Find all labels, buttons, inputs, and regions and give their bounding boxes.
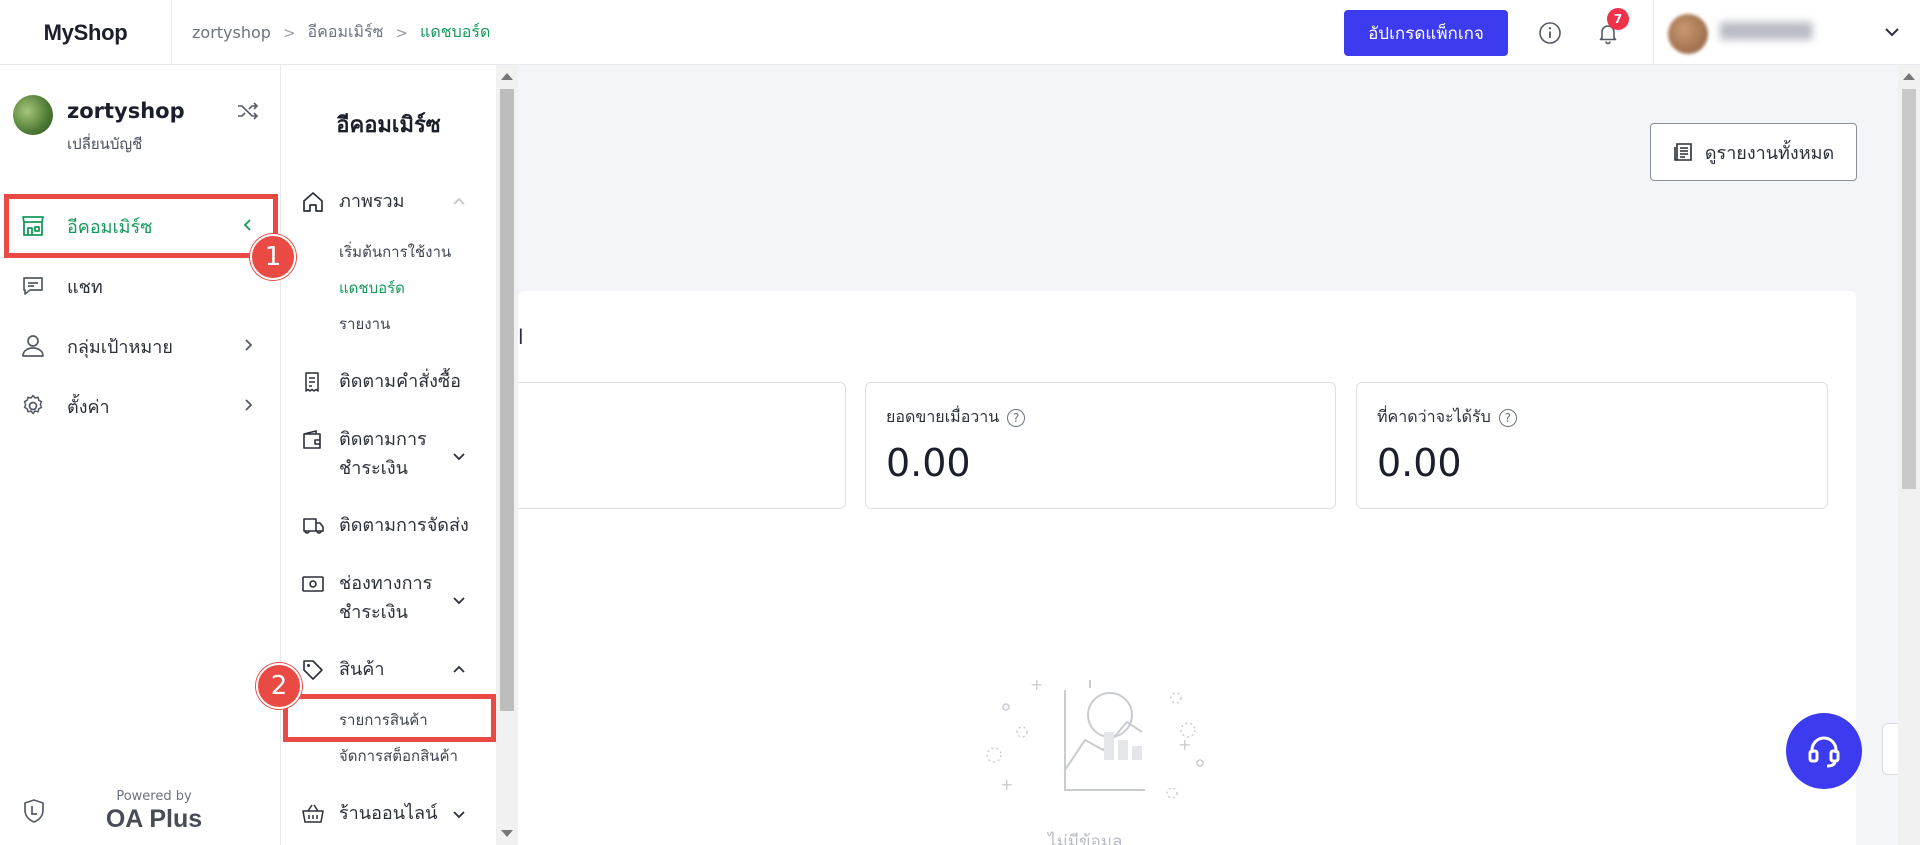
sidebar-item-label: ตั้งค่า	[67, 396, 110, 418]
scroll-up-arrow[interactable]	[501, 73, 513, 80]
receipt-icon	[305, 372, 319, 392]
scroll-up-arrow[interactable]	[1903, 73, 1915, 80]
tag-icon	[303, 660, 323, 680]
chevron-right-icon: >	[395, 23, 409, 42]
submenu-item-label: สินค้า	[339, 659, 385, 680]
powered-by-label: Powered by	[116, 789, 192, 804]
submenu-item-shipping-tracking[interactable]: ติดตามการจัดส่ง	[281, 511, 496, 547]
breadcrumb-shop[interactable]: zortyshop	[192, 23, 271, 42]
view-all-reports-button[interactable]: ดูรายงานทั้งหมด	[1650, 123, 1857, 181]
top-bar: MyShop zortyshop > อีคอมเมิร์ซ > แดชบอร์…	[0, 0, 1920, 65]
chevron-down-icon[interactable]	[451, 592, 467, 608]
app-logo[interactable]: MyShop	[0, 0, 172, 65]
user-name-blurred: ████████	[1720, 22, 1813, 40]
basket-icon	[302, 804, 324, 823]
submenu-item-label: ติดตามการจัดส่ง	[339, 515, 469, 536]
submenu-item-online-store[interactable]: ร้านออนไลน์	[281, 799, 496, 835]
help-icon[interactable]: ?	[1007, 408, 1026, 427]
svg-text:+: +	[1030, 675, 1043, 694]
shop-name: zortyshop	[67, 99, 185, 123]
page-scrollbar[interactable]	[1898, 65, 1920, 845]
sidebar-item-settings[interactable]: ตั้งค่า	[0, 377, 281, 435]
chat-icon	[23, 277, 43, 295]
scroll-down-arrow[interactable]	[501, 830, 513, 837]
info-icon[interactable]	[1535, 18, 1565, 48]
submenu-item-label: ร้านออนไลน์	[339, 803, 438, 824]
breadcrumb-ecommerce[interactable]: อีคอมเมิร์ซ	[308, 20, 384, 45]
stat-value: 0.00	[1377, 441, 1462, 485]
stat-value: 0.00	[886, 441, 971, 485]
submenu-item-label: ช่องทางการ ชำระเงิน	[339, 573, 433, 623]
help-icon[interactable]: ?	[1498, 408, 1517, 427]
sidebar-item-label: กลุ่มเป้าหมาย	[67, 336, 173, 358]
submenu-item-orders[interactable]: ติดตามคำสั่งซื้อ	[281, 367, 496, 403]
notification-badge: 7	[1607, 8, 1629, 30]
step-2-badge: 2	[256, 663, 302, 709]
wallet-icon	[303, 430, 321, 449]
breadcrumb: zortyshop > อีคอมเมิร์ซ > แดชบอร์ด	[192, 0, 490, 65]
cash-icon	[302, 576, 324, 592]
step-1-badge: 1	[250, 234, 296, 280]
sidebar-item-chat[interactable]: แชท	[0, 257, 281, 315]
submenu-link-getting-started[interactable]: เริ่มต้นการใช้งาน	[339, 240, 451, 264]
upgrade-package-button[interactable]: อัปเกรดแพ็กเกจ	[1344, 10, 1508, 56]
submenu-link-dashboard[interactable]: แดชบอร์ด	[339, 276, 405, 300]
view-all-reports-label: ดูรายงานทั้งหมด	[1704, 142, 1835, 164]
newspaper-icon	[1674, 143, 1692, 161]
svg-text:+: +	[1178, 735, 1191, 754]
submenu-item-label: ติดตามการ ชำระเงิน	[339, 429, 427, 479]
user-icon	[22, 335, 44, 357]
sidebar-item-label: แชท	[67, 276, 103, 298]
chevron-down-icon[interactable]	[451, 448, 467, 464]
chevron-up-icon[interactable]	[451, 662, 467, 678]
empty-chart-illustration: + + +	[986, 675, 1204, 799]
sidebar-item-audience[interactable]: กลุ่มเป้าหมาย	[0, 317, 281, 375]
section-title: l	[518, 325, 524, 349]
submenu-link-stock-management[interactable]: จัดการสต็อกสินค้า	[339, 744, 458, 768]
submenu-item-label: ติดตามคำสั่งซื้อ	[339, 371, 461, 392]
scrollbar-thumb[interactable]	[1902, 89, 1916, 489]
submenu-item-payment-channels[interactable]: ช่องทางการ ชำระเงิน	[281, 569, 496, 633]
submenu-title: อีคอมเมิร์ซ	[336, 113, 441, 138]
user-menu[interactable]: ████████	[1653, 0, 1920, 65]
empty-state-text: ไม่มีข้อมูล	[1048, 832, 1123, 845]
oa-plus-logo: OA Plus	[105, 805, 203, 833]
stat-card-partial	[518, 382, 846, 509]
submenu-link-reports[interactable]: รายงาน	[339, 312, 390, 336]
home-icon	[303, 192, 323, 212]
chevron-down-icon[interactable]	[1882, 22, 1902, 46]
submenu-item-products[interactable]: สินค้า	[281, 655, 496, 691]
scrollbar-thumb[interactable]	[500, 89, 514, 711]
switch-account-link[interactable]: เปลี่ยนบัญชี	[67, 132, 142, 156]
chevron-right-icon[interactable]	[240, 397, 256, 413]
chevron-up-icon[interactable]	[451, 194, 467, 210]
chevron-down-icon[interactable]	[451, 806, 467, 822]
step-2-highlight	[283, 694, 496, 742]
chevron-right-icon[interactable]	[240, 337, 256, 353]
truck-icon	[303, 518, 324, 534]
headset-icon	[1808, 736, 1840, 768]
stat-label: ที่คาดว่าจะได้รับ	[1377, 407, 1491, 426]
shuffle-icon[interactable]	[236, 101, 260, 125]
gear-icon	[23, 394, 43, 415]
submenu-item-overview[interactable]: ภาพรวม	[281, 187, 496, 223]
stat-card-yesterday-sales: ยอดขายเมื่อวาน ? 0.00	[865, 382, 1336, 509]
stat-label: ยอดขายเมื่อวาน	[886, 407, 1000, 426]
chevron-right-icon: >	[282, 23, 296, 42]
stat-card-expected-income: ที่คาดว่าจะได้รับ ? 0.00	[1356, 382, 1828, 509]
avatar	[1668, 14, 1708, 54]
submenu-item-payment-tracking[interactable]: ติดตามการ ชำระเงิน	[281, 425, 496, 489]
submenu-scrollbar[interactable]	[496, 65, 518, 845]
submenu-item-label: ภาพรวม	[339, 191, 405, 212]
shop-avatar	[13, 95, 53, 135]
powered-by: Powered by OA Plus	[100, 789, 208, 834]
shield-icon[interactable]	[22, 798, 46, 828]
support-chat-button[interactable]	[1786, 713, 1862, 789]
svg-text:+: +	[1000, 775, 1013, 794]
sidebar: zortyshop เปลี่ยนบัญชี อีคอมเมิร์ซ แชท ก…	[0, 65, 281, 845]
step-1-highlight	[4, 194, 278, 258]
breadcrumb-dashboard: แดชบอร์ด	[420, 22, 491, 41]
